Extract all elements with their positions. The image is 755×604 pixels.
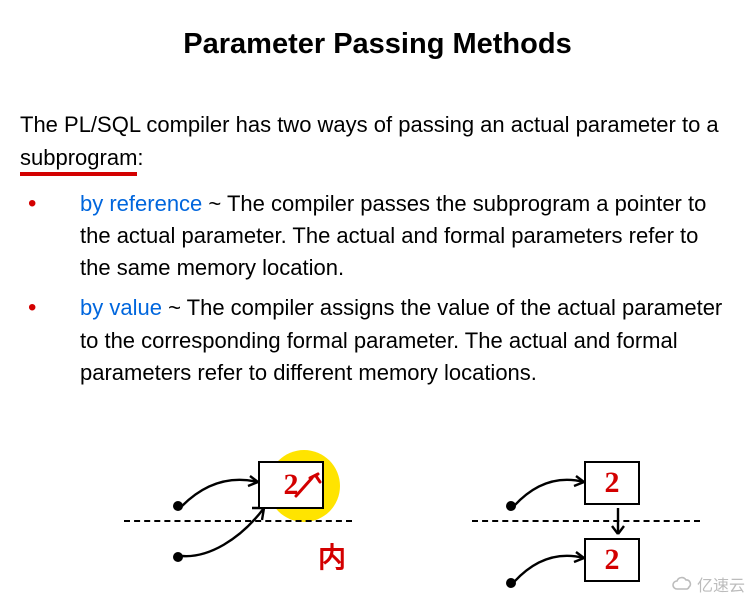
memory-box-bottom: 2 [584, 538, 640, 582]
intro-underlined-word: subprogram [20, 145, 137, 176]
term-by-reference: by reference [80, 191, 202, 216]
term-by-value: by value [80, 295, 162, 320]
memory-box-top: 2 [584, 461, 640, 505]
slide-title: Parameter Passing Methods [0, 28, 755, 61]
bullet-sep: ~ [162, 295, 187, 320]
bullet-item-by-value: by value ~ The compiler assigns the valu… [28, 292, 735, 388]
pointer-arrow-upper-right [512, 470, 590, 514]
intro-text-after: : [137, 145, 143, 170]
bullet-item-by-reference: by reference ~ The compiler passes the s… [28, 188, 735, 284]
cloud-icon [671, 576, 693, 592]
copy-arrow-down [608, 506, 628, 540]
intro-paragraph: The PL/SQL compiler has two ways of pass… [0, 109, 755, 174]
diagram-area: 2 内 2 2 [0, 452, 755, 602]
bullet-list: by reference ~ The compiler passes the s… [0, 188, 755, 389]
pen-annotation-mark [294, 472, 324, 500]
dashed-divider-right [472, 520, 700, 522]
handwritten-note: 内 [318, 536, 346, 576]
intro-text-before: The PL/SQL compiler has two ways of pass… [20, 112, 719, 137]
bullet-sep: ~ [202, 191, 227, 216]
pointer-arrow-lower-right [512, 546, 590, 590]
